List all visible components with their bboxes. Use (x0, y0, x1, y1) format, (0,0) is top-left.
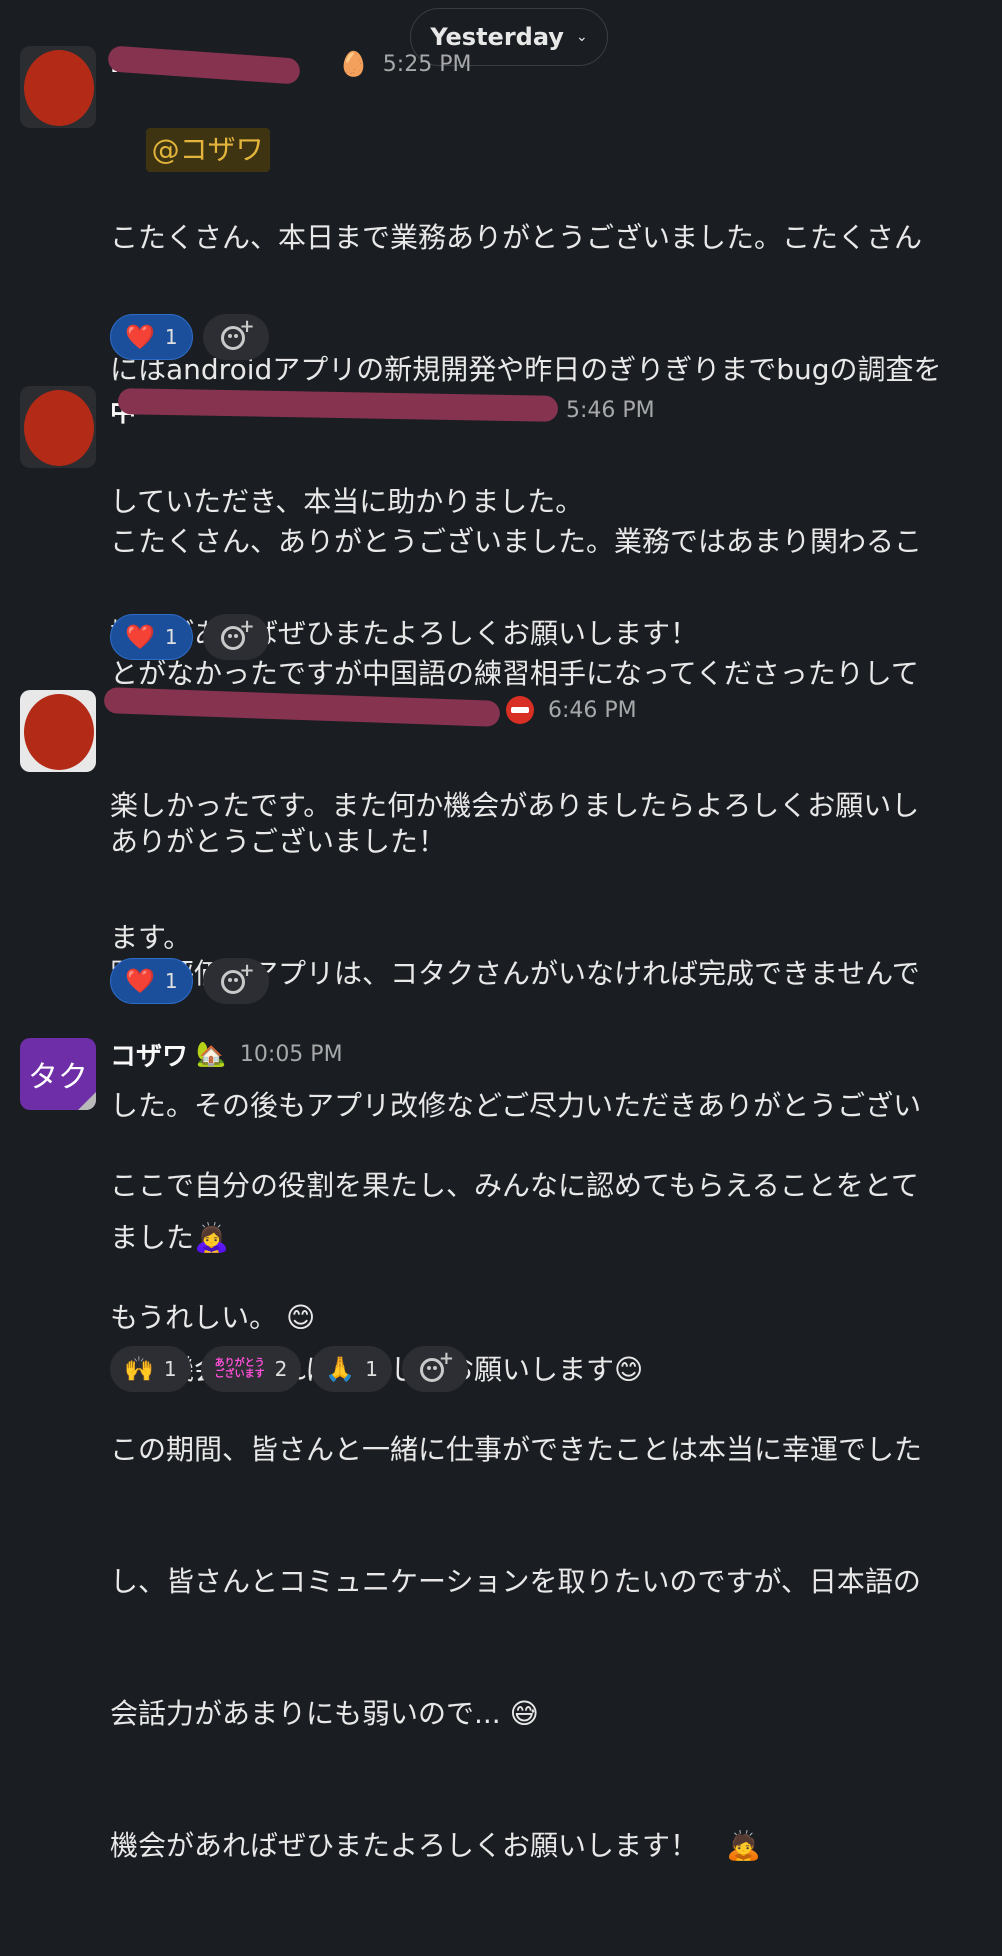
raised-hands-icon: 🙌 (124, 1355, 154, 1383)
add-reaction-icon: + (419, 1348, 454, 1384)
heart-icon: ❤️ (125, 623, 155, 651)
add-reaction-button[interactable]: + (202, 314, 269, 360)
chevron-down-icon: ⌄ (575, 29, 588, 45)
heart-icon: ❤️ (125, 967, 155, 995)
message-line: ありがとうございました！ (110, 825, 447, 858)
avatar[interactable] (20, 386, 96, 468)
reaction-count: 1 (164, 325, 178, 349)
message-line: し、皆さんとコミュニケーションを取りたいのですが、日本語の (110, 1565, 921, 1598)
status-emoji-icon: 🏡 (196, 1040, 226, 1068)
timestamp[interactable]: 10:05 PM (240, 1042, 343, 1067)
add-reaction-icon: + (220, 316, 255, 352)
do-not-disturb-icon (506, 696, 534, 724)
timestamp[interactable]: 5:25 PM (383, 52, 472, 77)
add-reaction-button[interactable]: + (401, 1346, 468, 1392)
timestamp[interactable]: 5:46 PM (566, 398, 655, 423)
avatar-initials: タク (28, 1060, 88, 1095)
message-line: 機会があればぜひまたよろしくお願いします！ 🙇 (110, 1829, 761, 1862)
message-line: この期間、皆さんと一緒に仕事ができたことは本当に幸運でした (110, 1433, 923, 1466)
reaction-count: 1 (163, 1357, 177, 1381)
reaction-count: 1 (365, 1357, 378, 1381)
message-line: 会話力があまりにも弱いので... 😅 (110, 1697, 539, 1730)
avatar[interactable] (20, 46, 96, 128)
reaction-arigatou[interactable]: ありがとう ございます 2 (200, 1346, 302, 1392)
reaction-count: 1 (164, 969, 178, 993)
author-name[interactable]: コザワ (110, 1036, 188, 1073)
message-line: こたくさん、本日まで業務ありがとうございました。こたくさん (110, 221, 923, 254)
reaction-count: 2 (274, 1357, 288, 1381)
reaction-count: 1 (164, 625, 178, 649)
heart-icon: ❤️ (125, 323, 155, 351)
reaction-heart[interactable]: ❤️ 1 (110, 958, 193, 1004)
add-reaction-button[interactable]: + (202, 614, 269, 660)
message-line: もうれしい。 😊 (110, 1301, 316, 1334)
reaction-heart[interactable]: ❤️ 1 (110, 614, 193, 660)
message-text: ここで自分の役割を果たし、みんなに認めてもらえることをとて もうれしい。 😊 こ… (110, 1076, 990, 1956)
status-emoji-icon: 🥚 (338, 50, 369, 78)
avatar[interactable] (20, 690, 96, 772)
arigatou-gozaimasu-icon: ありがとう ございます (214, 1358, 265, 1380)
user-mention[interactable]: @コザワ (145, 128, 270, 172)
reaction-raised-hands[interactable]: 🙌 1 (110, 1346, 191, 1392)
message-line: ここで自分の役割を果たし、みんなに認めてもらえることをとて (110, 1169, 919, 1202)
add-reaction-icon: + (220, 960, 255, 996)
add-reaction-button[interactable]: + (202, 958, 269, 1004)
message-line: こたくさん、ありがとうございました。業務ではあまり関わるこ (110, 525, 923, 558)
add-reaction-icon: + (220, 616, 255, 652)
avatar[interactable]: タク (20, 1038, 96, 1110)
reaction-pray[interactable]: 🙏 1 (311, 1346, 392, 1392)
reaction-heart[interactable]: ❤️ 1 (110, 314, 193, 360)
timestamp[interactable]: 6:46 PM (548, 698, 637, 723)
folded-hands-icon: 🙏 (325, 1355, 356, 1383)
